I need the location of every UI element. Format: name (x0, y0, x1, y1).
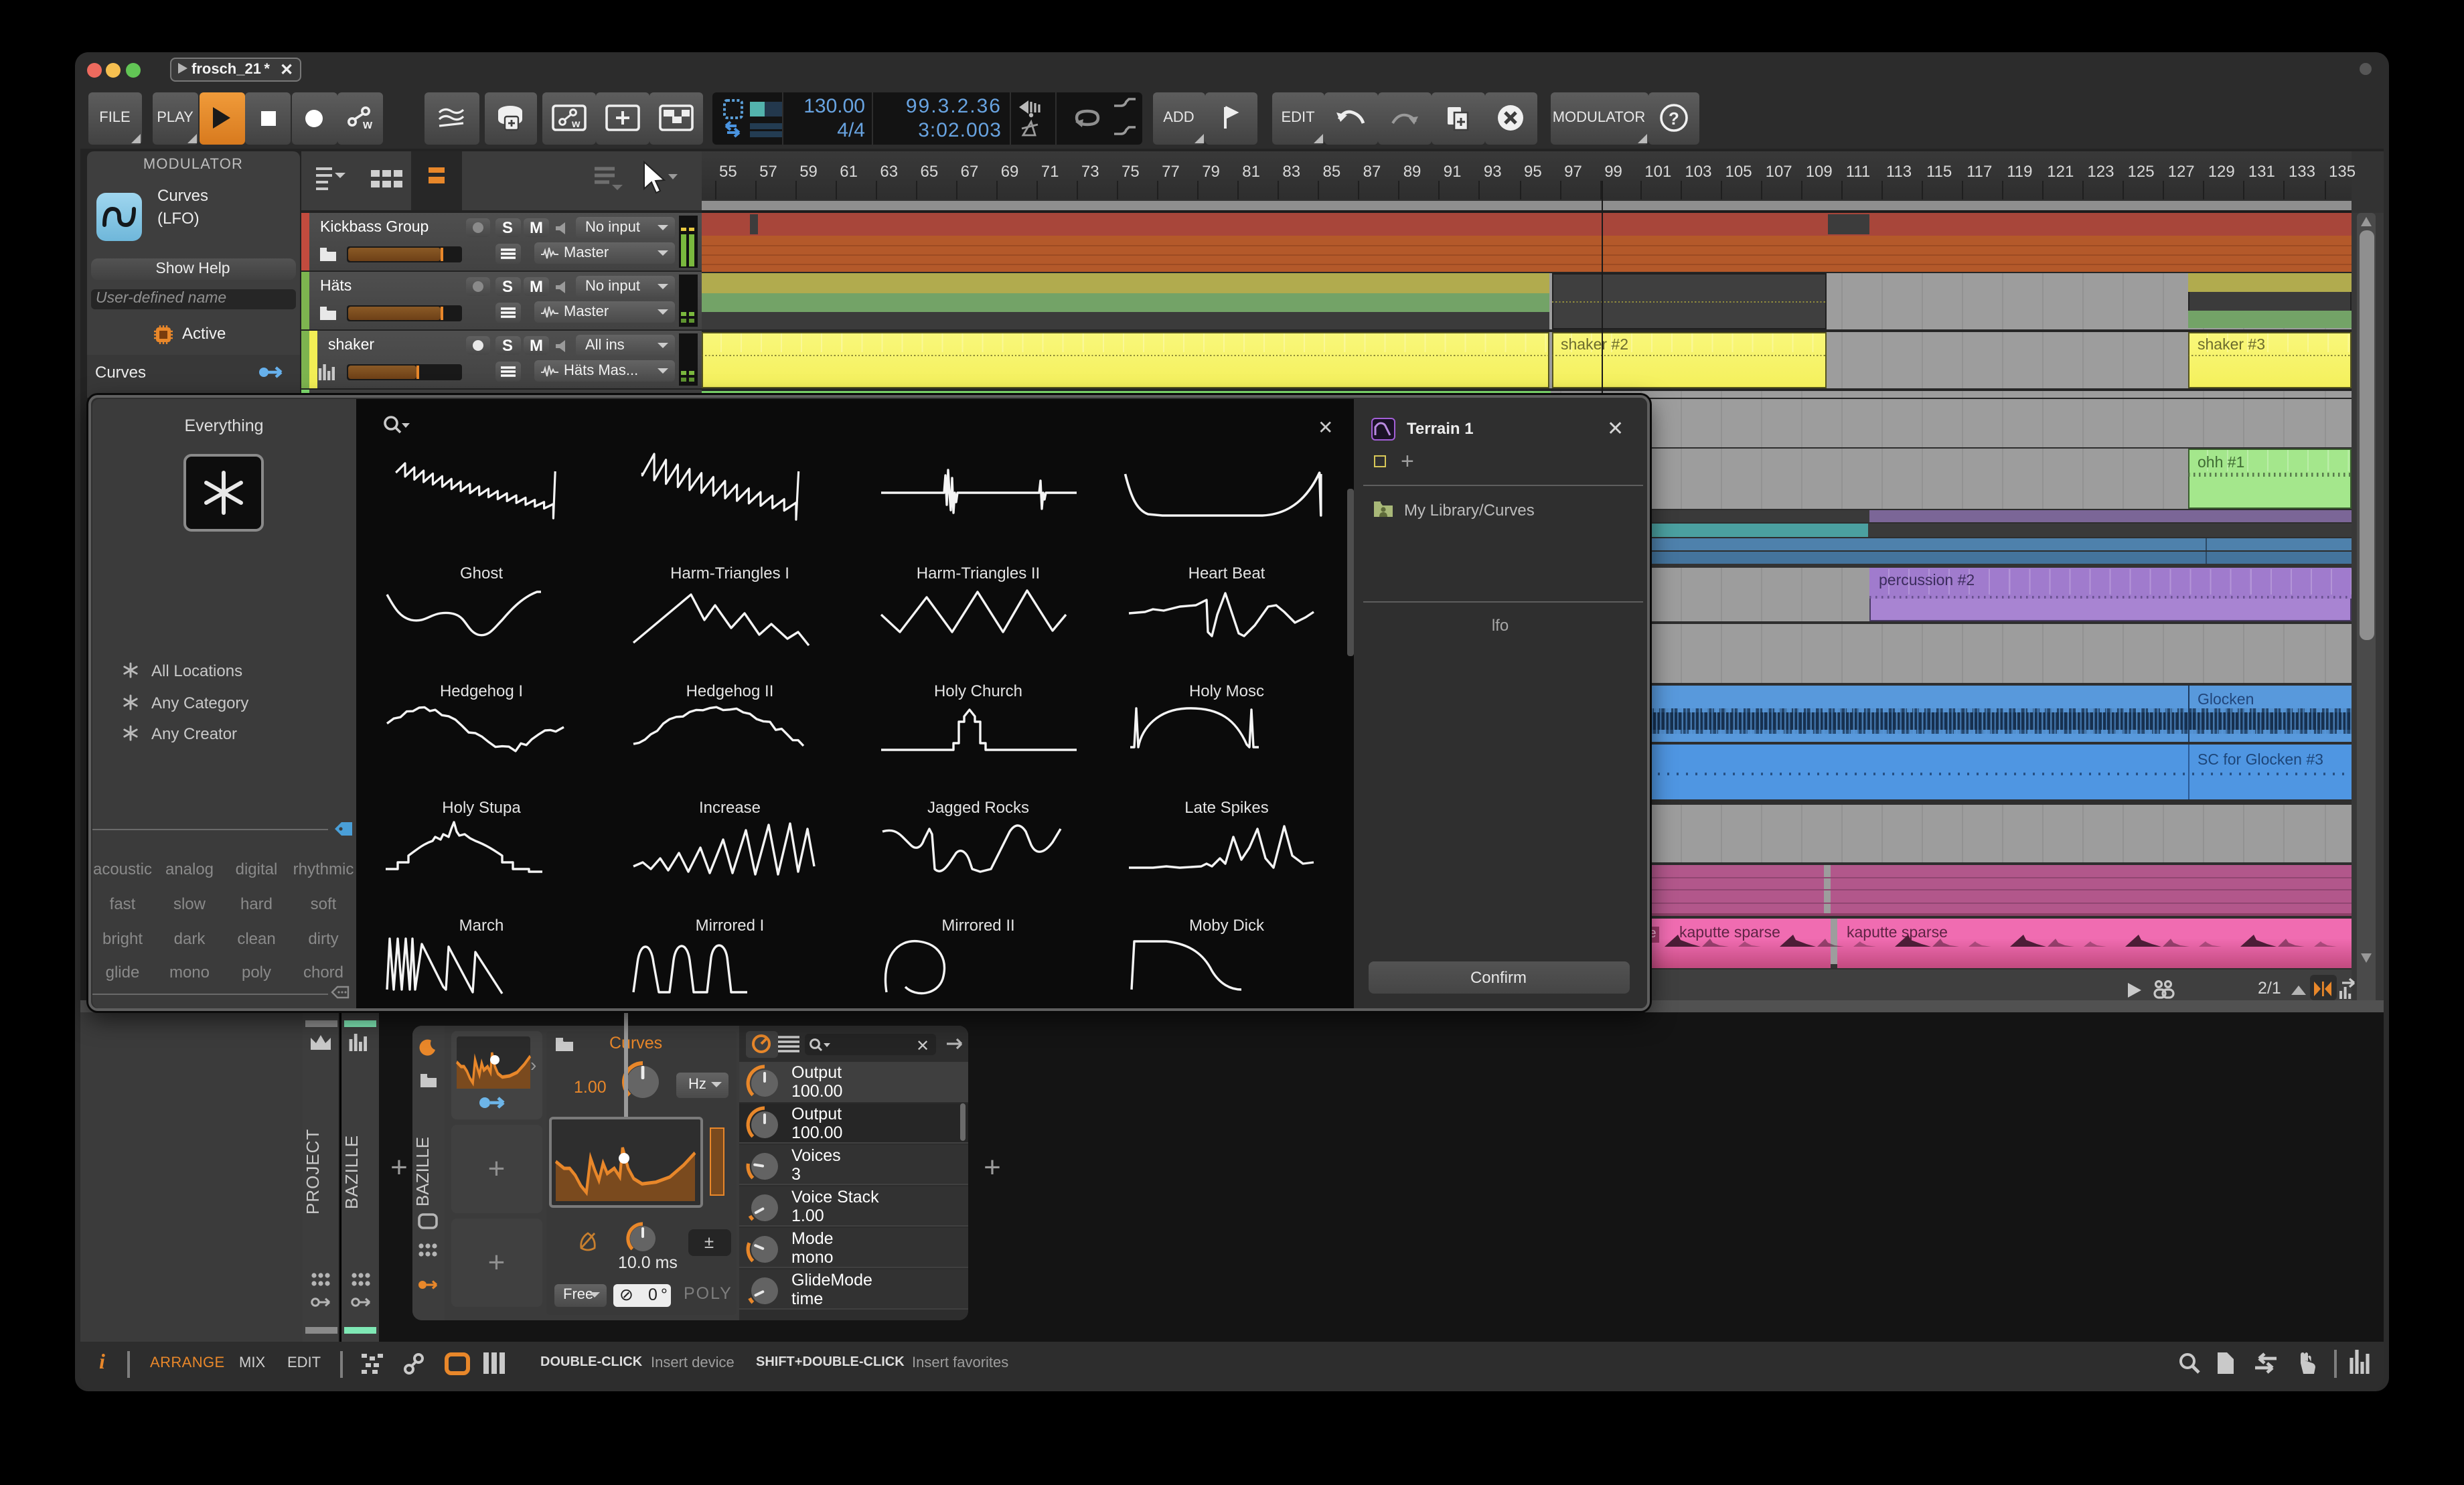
svg-text:w: w (571, 119, 581, 130)
svg-text:w: w (362, 118, 373, 131)
svg-text:?: ? (1669, 108, 1679, 129)
